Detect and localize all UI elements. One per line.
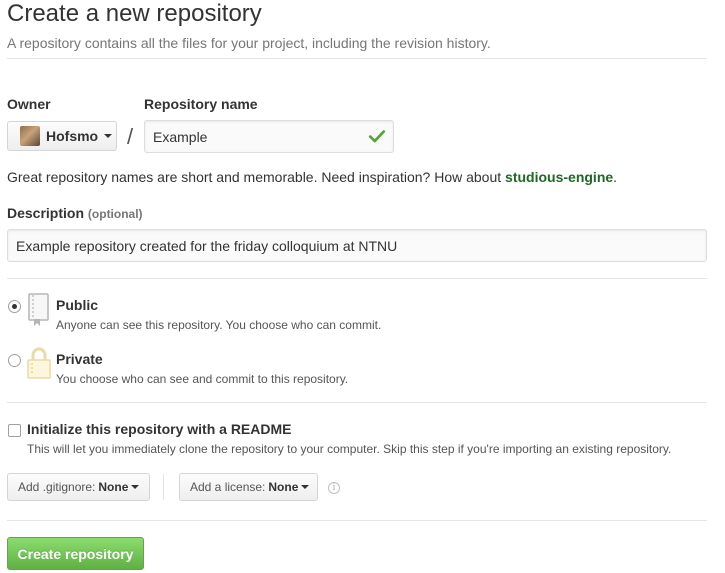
readme-checkbox[interactable] — [8, 424, 21, 437]
caret-down-icon — [301, 485, 310, 489]
caret-down-icon — [104, 134, 113, 138]
readme-note: This will let you immediately clone the … — [27, 442, 672, 456]
page-title: Create a new repository — [7, 0, 262, 27]
hint-suffix: . — [613, 169, 618, 185]
divider — [7, 520, 707, 521]
divider — [7, 278, 707, 279]
create-repository-button[interactable]: Create repository — [7, 537, 144, 570]
readme-title: Initialize this repository with a README — [27, 421, 292, 437]
gitignore-label: Add .gitignore: — [18, 480, 96, 494]
owner-name: Hofsmo — [46, 128, 99, 144]
public-title: Public — [56, 297, 99, 313]
public-note: Anyone can see this repository. You choo… — [56, 318, 382, 332]
hint-text: Great repository names are short and mem… — [7, 169, 506, 185]
description-label: Description (optional) — [7, 205, 143, 221]
repo-book-icon — [28, 293, 49, 326]
license-dropdown[interactable]: Add a license: None — [179, 473, 318, 501]
repo-name-input[interactable] — [144, 120, 394, 153]
description-label-text: Description — [7, 205, 85, 221]
gitignore-dropdown[interactable]: Add .gitignore: None — [7, 473, 150, 501]
private-title: Private — [56, 351, 103, 367]
owner-dropdown[interactable]: Hofsmo — [7, 121, 117, 151]
avatar — [20, 126, 40, 146]
license-label: Add a license: — [190, 480, 266, 494]
name-hint: Great repository names are short and mem… — [7, 169, 617, 185]
repo-name-label: Repository name — [144, 96, 258, 112]
optional-tag: (optional) — [87, 207, 143, 221]
name-suggestion-link[interactable]: studious-engine — [505, 169, 613, 185]
divider — [163, 474, 164, 500]
gitignore-value: None — [98, 480, 129, 494]
divider — [7, 58, 707, 59]
license-value: None — [268, 480, 299, 494]
owner-repo-separator: / — [127, 124, 134, 149]
check-icon — [368, 130, 386, 143]
private-radio[interactable] — [8, 354, 21, 367]
owner-label: Owner — [7, 96, 51, 112]
info-icon[interactable]: i — [328, 482, 340, 494]
private-note: You choose who can see and commit to thi… — [56, 372, 349, 386]
page-subtitle: A repository contains all the files for … — [7, 35, 491, 51]
public-radio[interactable] — [8, 300, 21, 313]
caret-down-icon — [131, 485, 140, 489]
divider — [7, 402, 707, 403]
description-input[interactable] — [7, 229, 707, 262]
lock-icon — [27, 347, 51, 379]
